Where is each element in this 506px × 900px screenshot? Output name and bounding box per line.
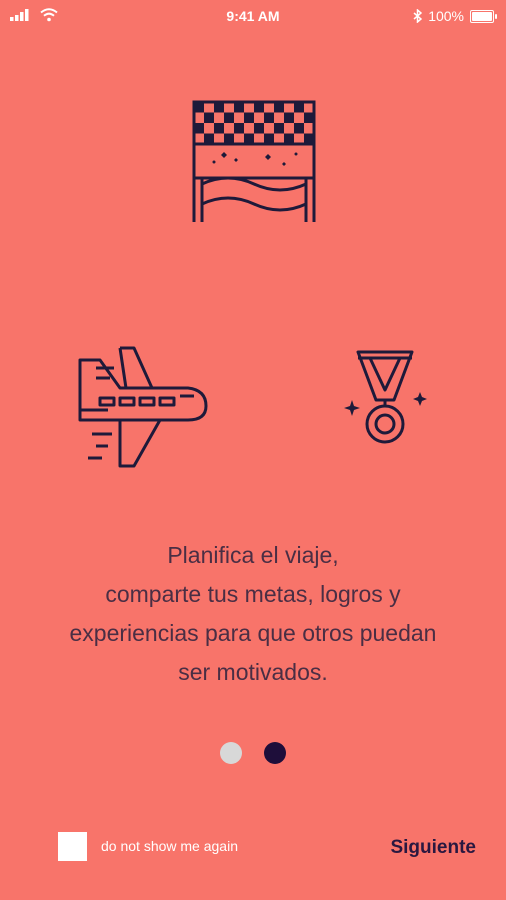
checker-square xyxy=(294,102,304,113)
checker-square xyxy=(274,123,284,134)
checker-square xyxy=(294,123,304,134)
checker-square xyxy=(224,112,234,123)
checker-square xyxy=(194,102,204,113)
checker-square xyxy=(214,102,224,113)
description-line: Planifica el viaje, xyxy=(167,542,339,568)
battery-fill xyxy=(472,11,492,21)
checker-square xyxy=(244,133,254,144)
description-line: experiencias para que otros puedan xyxy=(69,620,437,646)
checker-square xyxy=(304,133,314,144)
checker-square xyxy=(284,133,294,144)
checker-square xyxy=(274,102,284,113)
checker-square xyxy=(234,123,244,134)
next-button[interactable]: Siguiente xyxy=(390,837,476,859)
description-line: ser motivados. xyxy=(178,659,328,685)
description-line: comparte tus metas, logros y xyxy=(105,581,401,607)
checker-square xyxy=(204,133,214,144)
onboarding-description: Planifica el viaje, comparte tus metas, … xyxy=(20,536,486,692)
page-dot-2[interactable] xyxy=(264,742,286,764)
finish-line-icon xyxy=(192,100,316,222)
medal-icon xyxy=(344,350,427,444)
battery-icon xyxy=(470,9,497,23)
checker-square xyxy=(194,123,204,134)
checker-square xyxy=(254,123,264,134)
page-dot-1[interactable] xyxy=(220,742,242,764)
status-right: 100% xyxy=(413,8,497,24)
checker-square xyxy=(264,112,274,123)
do-not-show-checkbox[interactable] xyxy=(58,832,87,861)
checker-square xyxy=(244,112,254,123)
do-not-show-label: do not show me again xyxy=(101,838,238,854)
checker-square xyxy=(204,112,214,123)
checker-square xyxy=(234,102,244,113)
status-bar: 9:41 AM 100% xyxy=(0,0,506,34)
airplane-icon xyxy=(78,346,208,468)
checker-square xyxy=(264,133,274,144)
bluetooth-icon xyxy=(413,9,423,23)
checker-square xyxy=(284,112,294,123)
checker-square xyxy=(254,102,264,113)
checker-square xyxy=(214,123,224,134)
checker-square xyxy=(224,133,234,144)
checker-square xyxy=(304,112,314,123)
battery-percent: 100% xyxy=(428,8,464,24)
page-indicator xyxy=(0,742,506,764)
